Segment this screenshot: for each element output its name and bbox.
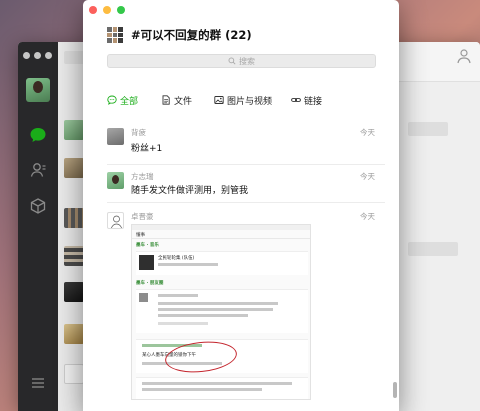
sketch-avatar-icon: [111, 215, 122, 228]
image-section-header: 墨车 · 朋友圈: [132, 279, 310, 287]
filter-tabs: 全部 文件 图片与视频 链接: [107, 94, 341, 107]
favorites-icon[interactable]: [29, 197, 47, 215]
message-text: 粉丝+1: [131, 144, 163, 154]
message-item[interactable]: 方志瑞 今天 随手发文件做评测用，别管我: [83, 170, 393, 210]
message-time: 今天: [360, 172, 375, 181]
background-sidebar: [18, 42, 58, 411]
chat-list-avatar[interactable]: [64, 246, 84, 266]
image-nav-bar: 懂事: [132, 230, 310, 239]
image-post-card: [136, 289, 308, 333]
message-time: 今天: [360, 128, 375, 137]
tab-files[interactable]: 文件: [161, 94, 214, 107]
image-text-line: [158, 294, 198, 297]
message-text: 随手发文件做评测用，别管我: [131, 186, 249, 196]
image-text-line: [158, 314, 248, 317]
close-button[interactable]: [89, 6, 97, 14]
chat-bubble: [408, 242, 458, 256]
window-title: #可以不回复的群 (22): [131, 28, 252, 42]
search-input[interactable]: 搜索: [107, 54, 376, 68]
background-chat-body: [398, 82, 480, 411]
image-icon: [214, 96, 224, 104]
tab-media-label: 图片与视频: [227, 96, 273, 107]
chat-list-avatar[interactable]: [64, 158, 84, 178]
image-text-line: [158, 263, 218, 266]
tab-media[interactable]: 图片与视频: [214, 94, 291, 107]
group-files-window: #可以不回复的群 (22) 搜索 全部 文件 图片与视频 链接 背疲 今天 粉丝…: [83, 0, 399, 411]
image-text-line: [142, 382, 292, 385]
tab-links-label: 链接: [304, 96, 323, 107]
sender-avatar[interactable]: [107, 172, 124, 189]
sender-avatar[interactable]: [107, 212, 124, 229]
image-footer-card: [136, 377, 308, 399]
user-avatar[interactable]: [26, 78, 50, 102]
background-chat-header: [398, 42, 480, 82]
chat-list-avatar[interactable]: [64, 364, 84, 384]
image-section-label: 墨车 · 音乐: [136, 243, 159, 248]
divider: [107, 164, 385, 165]
search-placeholder: 搜索: [239, 56, 255, 66]
message-time: 今天: [360, 212, 375, 221]
chat-list-avatar[interactable]: [64, 208, 84, 228]
shared-image[interactable]: 懂事 墨车 · 音乐 全民轮轮集 (队伍) 墨车 · 朋友圈 某心人墨车向量的锁…: [131, 224, 311, 400]
group-avatar: [107, 27, 123, 43]
menu-icon[interactable]: [29, 374, 47, 392]
tab-all-label: 全部: [120, 96, 139, 107]
chat-list-avatar[interactable]: [64, 324, 84, 344]
tab-all[interactable]: 全部: [107, 94, 161, 107]
search-icon: [228, 57, 236, 65]
background-chat-pane: [398, 42, 480, 411]
image-text-line: [158, 308, 273, 311]
image-text-line: [142, 388, 262, 391]
image-music-card: 全民轮轮集 (队伍): [136, 251, 308, 275]
contacts-icon[interactable]: [29, 161, 47, 179]
image-album-thumb: [139, 255, 154, 270]
background-window-controls: [23, 52, 52, 59]
chat-bubble: [408, 122, 448, 136]
file-icon: [162, 95, 170, 105]
divider: [107, 202, 385, 203]
link-icon: [291, 98, 301, 102]
image-nav-title: 懂事: [136, 233, 145, 238]
window-controls: [89, 6, 125, 14]
scrollbar[interactable]: [393, 382, 397, 398]
sender-name: 卓晋豪: [131, 212, 154, 221]
sender-avatar[interactable]: [107, 128, 124, 145]
message-feed: 背疲 今天 粉丝+1 方志瑞 今天 随手发文件做评测用，别管我 卓晋豪 今天 懂…: [83, 118, 393, 411]
chat-bubble-icon: [107, 95, 117, 105]
image-text-line: [158, 302, 278, 305]
chat-list-avatar[interactable]: [64, 120, 84, 140]
sender-name: 背疲: [131, 128, 146, 137]
tab-links[interactable]: 链接: [291, 94, 341, 107]
chat-list-avatar[interactable]: [64, 282, 84, 302]
maximize-button[interactable]: [117, 6, 125, 14]
image-text-line: [158, 322, 208, 325]
image-section-header: 墨车 · 音乐: [132, 241, 310, 249]
sender-name: 方志瑞: [131, 172, 154, 181]
image-section-label: 墨车 · 朋友圈: [136, 281, 164, 286]
tab-files-label: 文件: [174, 96, 193, 107]
image-music-title: 全民轮轮集 (队伍): [158, 256, 195, 261]
minimize-button[interactable]: [103, 6, 111, 14]
person-icon[interactable]: [456, 48, 472, 64]
chat-icon[interactable]: [29, 126, 47, 144]
image-post-avatar: [139, 293, 148, 302]
